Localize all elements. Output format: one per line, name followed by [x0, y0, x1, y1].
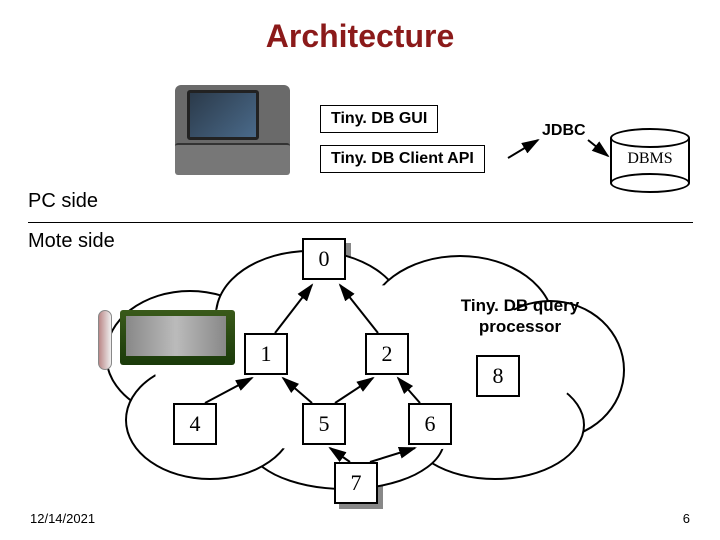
- node-5: 5: [302, 403, 346, 445]
- dbms-cylinder: DBMS: [610, 128, 690, 193]
- node-6: 6: [408, 403, 452, 445]
- slide-title: Architecture: [0, 18, 720, 55]
- tinydb-api-box: Tiny. DB Client API: [320, 145, 485, 173]
- sensor-board-image: [120, 310, 235, 365]
- footer-page-number: 6: [683, 511, 690, 526]
- divider-line: [28, 222, 693, 223]
- node-0: 0: [302, 238, 346, 280]
- footer-date: 12/14/2021: [30, 511, 95, 526]
- node-4: 4: [173, 403, 217, 445]
- dbms-label: DBMS: [610, 150, 690, 168]
- tinydb-gui-box: Tiny. DB GUI: [320, 105, 438, 133]
- mote-device-image: [98, 310, 112, 370]
- pc-side-label: PC side: [28, 190, 98, 213]
- laptop-image: [175, 85, 290, 175]
- node-7: 7: [334, 462, 378, 504]
- node-8: 8: [476, 355, 520, 397]
- jdbc-label: JDBC: [542, 122, 586, 140]
- node-1: 1: [244, 333, 288, 375]
- node-2: 2: [365, 333, 409, 375]
- tinydb-processor-label: Tiny. DB query processor: [425, 295, 615, 338]
